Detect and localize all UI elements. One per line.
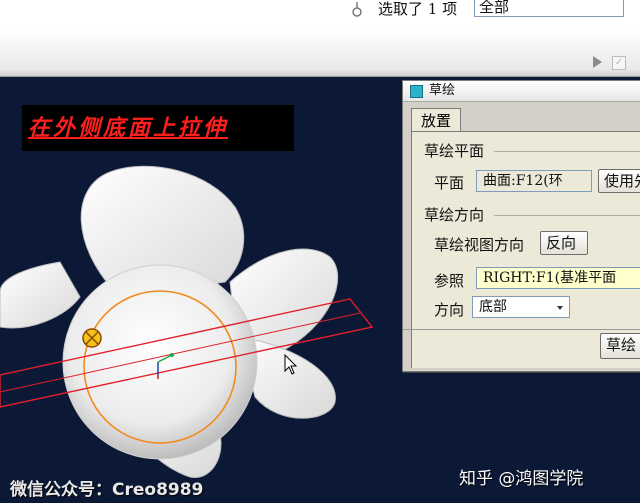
dialog-title: 草绘 — [429, 83, 456, 98]
sketch-dialog: 草绘 放置 草绘平面 平面 曲面:F12(环 使用先 草绘方向 草绘视图方向 反… — [402, 80, 640, 372]
view-direction-label: 草绘视图方向 — [434, 236, 525, 254]
sketch-plane-group: 草绘平面 — [424, 142, 485, 160]
tab-placement[interactable]: 放置 — [411, 108, 461, 133]
datum-point-icon — [82, 328, 102, 348]
dialog-titlebar[interactable]: 草绘 — [403, 81, 640, 102]
reference-field[interactable]: RIGHT:F1(基准平面 — [476, 267, 640, 289]
chevron-down-icon — [557, 306, 563, 310]
reference-label: 参照 — [434, 272, 465, 290]
sketch-button[interactable]: 草绘 — [600, 333, 640, 359]
direction-value: 底部 — [479, 299, 507, 315]
status-message: 选取了 1 项 — [378, 0, 458, 18]
fan-blade — [0, 261, 81, 329]
use-previous-button[interactable]: 使用先 — [598, 169, 640, 193]
plane-field[interactable]: 曲面:F12(环 — [476, 170, 592, 192]
direction-label: 方向 — [434, 301, 465, 319]
selection-filter[interactable]: 全部 — [474, 0, 624, 17]
orientation-group: 草绘方向 — [424, 206, 485, 224]
message-bar: 选取了 1 项 全部 — [0, 0, 640, 30]
toolbar: ✓ — [0, 30, 640, 77]
direction-select[interactable]: 底部 — [472, 296, 570, 318]
fan-hub — [62, 264, 258, 460]
mouse-cursor-icon — [284, 354, 298, 375]
watermark-left: 微信公众号：Creo8989 — [10, 480, 204, 500]
plane-label: 平面 — [434, 174, 465, 192]
tutorial-caption: 在外侧底面上拉伸 — [22, 105, 294, 151]
checkbox-icon[interactable]: ✓ — [612, 56, 626, 70]
pin-icon — [352, 2, 362, 17]
play-icon[interactable] — [593, 56, 602, 68]
watermark-right: 知乎 @鸿图学院 — [459, 469, 584, 489]
dialog-app-icon — [410, 85, 423, 98]
flip-button[interactable]: 反向 — [540, 231, 588, 255]
